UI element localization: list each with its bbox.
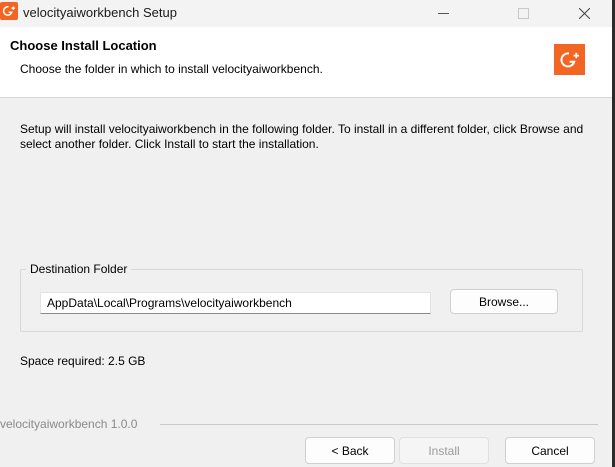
destination-path-input[interactable] — [40, 292, 431, 314]
maximize-button[interactable] — [500, 0, 546, 27]
cancel-button[interactable]: Cancel — [505, 437, 595, 464]
window-title: velocityaiworkbench Setup — [23, 5, 177, 20]
space-required-label: Space required: 2.5 GB — [20, 354, 146, 368]
brand-logo-icon — [554, 44, 585, 75]
close-button[interactable] — [561, 0, 607, 27]
brand-version-label: velocityaiworkbench 1.0.0 — [0, 417, 144, 431]
minimize-button[interactable] — [420, 0, 466, 27]
maximize-icon — [517, 8, 529, 19]
title-bar: velocityaiworkbench Setup — [0, 0, 615, 27]
footer-divider — [160, 424, 598, 425]
installer-window: velocityaiworkbench Setup Choose Install… — [0, 0, 615, 467]
destination-group-label: Destination Folder — [26, 262, 132, 276]
back-button[interactable]: < Back — [305, 437, 395, 464]
install-button[interactable]: Install — [399, 437, 489, 464]
page-subtitle: Choose the folder in which to install ve… — [20, 62, 323, 76]
app-logo-icon — [0, 2, 18, 20]
minimize-icon — [437, 13, 449, 14]
page-title: Choose Install Location — [10, 38, 157, 53]
intro-text: Setup will install velocityaiworkbench i… — [20, 122, 584, 151]
close-icon — [578, 8, 590, 19]
header-panel: Choose Install Location Choose the folde… — [0, 27, 615, 98]
browse-button[interactable]: Browse... — [450, 289, 558, 314]
